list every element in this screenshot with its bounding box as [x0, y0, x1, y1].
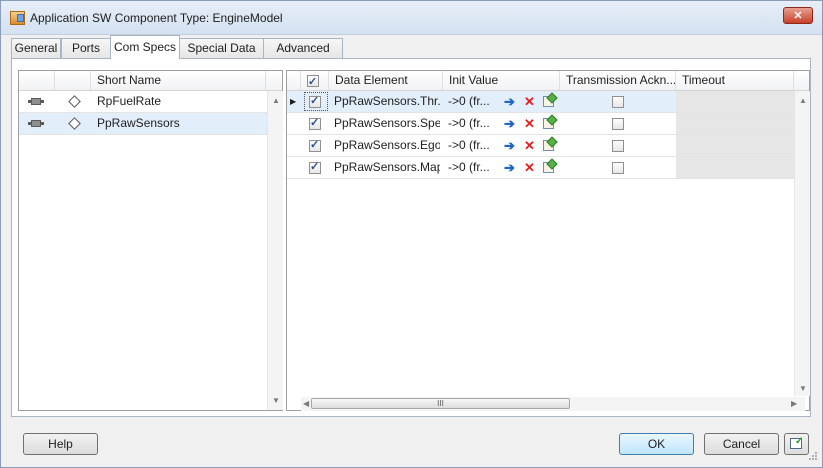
timeout-cell-disabled: [676, 157, 794, 178]
scroll-left-arrow-icon[interactable]: ◀: [303, 400, 309, 408]
ports-list-vertical-scrollbar[interactable]: ▲ ▼: [267, 91, 283, 410]
timeout-cell-disabled: [676, 113, 794, 134]
scroll-down-arrow-icon[interactable]: ▼: [272, 397, 280, 405]
row-checkbox[interactable]: [309, 94, 321, 108]
tab-general[interactable]: General: [11, 38, 61, 58]
assign-icon[interactable]: ➔: [503, 139, 516, 152]
row-checkbox[interactable]: [309, 138, 321, 152]
port-row-rpfuelrate[interactable]: RpFuelRate: [19, 91, 267, 113]
cancel-button[interactable]: Cancel: [704, 433, 779, 455]
help-button[interactable]: Help: [23, 433, 98, 455]
ports-list-header: Short Name: [19, 71, 282, 91]
init-value-cell[interactable]: ->0 (fr...: [448, 113, 503, 134]
com-spec-row[interactable]: PpRawSensors.Ego ->0 (fr... ➔ ✕: [287, 135, 794, 157]
icon-column-header: [19, 71, 55, 90]
tab-advanced[interactable]: Advanced: [263, 38, 343, 58]
init-value-cell[interactable]: ->0 (fr...: [448, 135, 503, 156]
edit-icon[interactable]: [543, 140, 554, 151]
application-icon: [10, 11, 25, 25]
delete-icon[interactable]: ✕: [523, 161, 536, 174]
com-spec-row[interactable]: PpRawSensors.Map ->0 (fr... ➔ ✕: [287, 157, 794, 179]
init-value-cell[interactable]: ->0 (fr...: [448, 157, 503, 178]
timeout-cell-disabled: [676, 91, 794, 112]
com-spec-row[interactable]: PpRawSensors.Spe... ->0 (fr... ➔ ✕: [287, 113, 794, 135]
current-row-indicator-icon: ▶: [290, 97, 297, 106]
delete-icon[interactable]: ✕: [523, 95, 536, 108]
edit-icon[interactable]: [543, 96, 554, 107]
scroll-down-arrow-icon[interactable]: ▼: [799, 385, 807, 393]
window-title: Application SW Component Type: EngineMod…: [30, 11, 283, 25]
row-checkbox[interactable]: [309, 160, 321, 174]
transmission-ack-checkbox[interactable]: [612, 96, 624, 108]
grid-vertical-scrollbar[interactable]: ▲ ▼: [794, 91, 810, 396]
port-name: PpRawSensors: [97, 116, 180, 130]
assign-icon[interactable]: ➔: [503, 161, 516, 174]
select-all-column-header: [301, 71, 329, 90]
transmission-ack-checkbox[interactable]: [612, 140, 624, 152]
port-icon: [28, 98, 44, 105]
data-element-column-header[interactable]: Data Element: [329, 71, 443, 90]
tab-special-data[interactable]: Special Data: [179, 38, 264, 58]
port-name: RpFuelRate: [97, 94, 162, 108]
row-checkbox[interactable]: [309, 116, 321, 130]
tab-com-specs[interactable]: Com Specs: [110, 35, 180, 59]
transmission-ack-column-header[interactable]: Transmission Ackn...: [560, 71, 676, 90]
scroll-right-arrow-icon[interactable]: ▶: [791, 400, 797, 408]
data-element-cell[interactable]: PpRawSensors.Map: [334, 157, 440, 178]
data-element-cell[interactable]: PpRawSensors.Ego: [334, 135, 440, 156]
init-value-cell[interactable]: ->0 (fr...: [448, 91, 503, 112]
com-specs-grid-header: Data Element Init Value Transmission Ack…: [287, 71, 809, 91]
transmission-ack-checkbox[interactable]: [612, 162, 624, 174]
delete-icon[interactable]: ✕: [523, 139, 536, 152]
short-name-column-header[interactable]: Short Name: [91, 71, 266, 90]
data-element-cell[interactable]: PpRawSensors.Thr...: [334, 91, 440, 112]
apply-icon: ✓: [790, 437, 803, 449]
edit-icon[interactable]: [543, 118, 554, 129]
close-button[interactable]: ✕: [783, 7, 813, 24]
assign-icon[interactable]: ➔: [503, 95, 516, 108]
horizontal-scroll-thumb[interactable]: III: [311, 398, 570, 409]
timeout-cell-disabled: [676, 135, 794, 156]
edit-icon[interactable]: [543, 162, 554, 173]
dialog-window: Application SW Component Type: EngineMod…: [0, 0, 823, 468]
scroll-up-arrow-icon[interactable]: ▲: [799, 97, 807, 105]
resize-grip-icon[interactable]: [806, 451, 818, 463]
tab-ports[interactable]: Ports: [61, 38, 111, 58]
diamond-icon: [68, 95, 81, 108]
delete-icon[interactable]: ✕: [523, 117, 536, 130]
grid-horizontal-scrollbar[interactable]: ◀ III ▶: [301, 397, 805, 411]
select-all-checkbox[interactable]: [307, 73, 319, 90]
timeout-column-header[interactable]: Timeout: [676, 71, 794, 90]
scroll-up-arrow-icon[interactable]: ▲: [272, 97, 280, 105]
assign-icon[interactable]: ➔: [503, 117, 516, 130]
port-icon: [28, 120, 44, 127]
row-header-column: [287, 71, 301, 90]
title-bar[interactable]: Application SW Component Type: EngineMod…: [1, 1, 822, 35]
com-specs-grid: Data Element Init Value Transmission Ack…: [286, 70, 810, 411]
ok-button[interactable]: OK: [619, 433, 694, 455]
com-spec-row[interactable]: ▶ PpRawSensors.Thr... ->0 (fr... ➔ ✕: [287, 91, 794, 113]
ports-list: Short Name RpFuelRate PpRawSensors ▲ ▼: [18, 70, 283, 411]
kind-column-header: [55, 71, 91, 90]
data-element-cell[interactable]: PpRawSensors.Spe...: [334, 113, 440, 134]
diamond-icon: [68, 117, 81, 130]
init-value-column-header[interactable]: Init Value: [443, 71, 560, 90]
port-row-pprawsensors[interactable]: PpRawSensors: [19, 113, 267, 135]
transmission-ack-checkbox[interactable]: [612, 118, 624, 130]
